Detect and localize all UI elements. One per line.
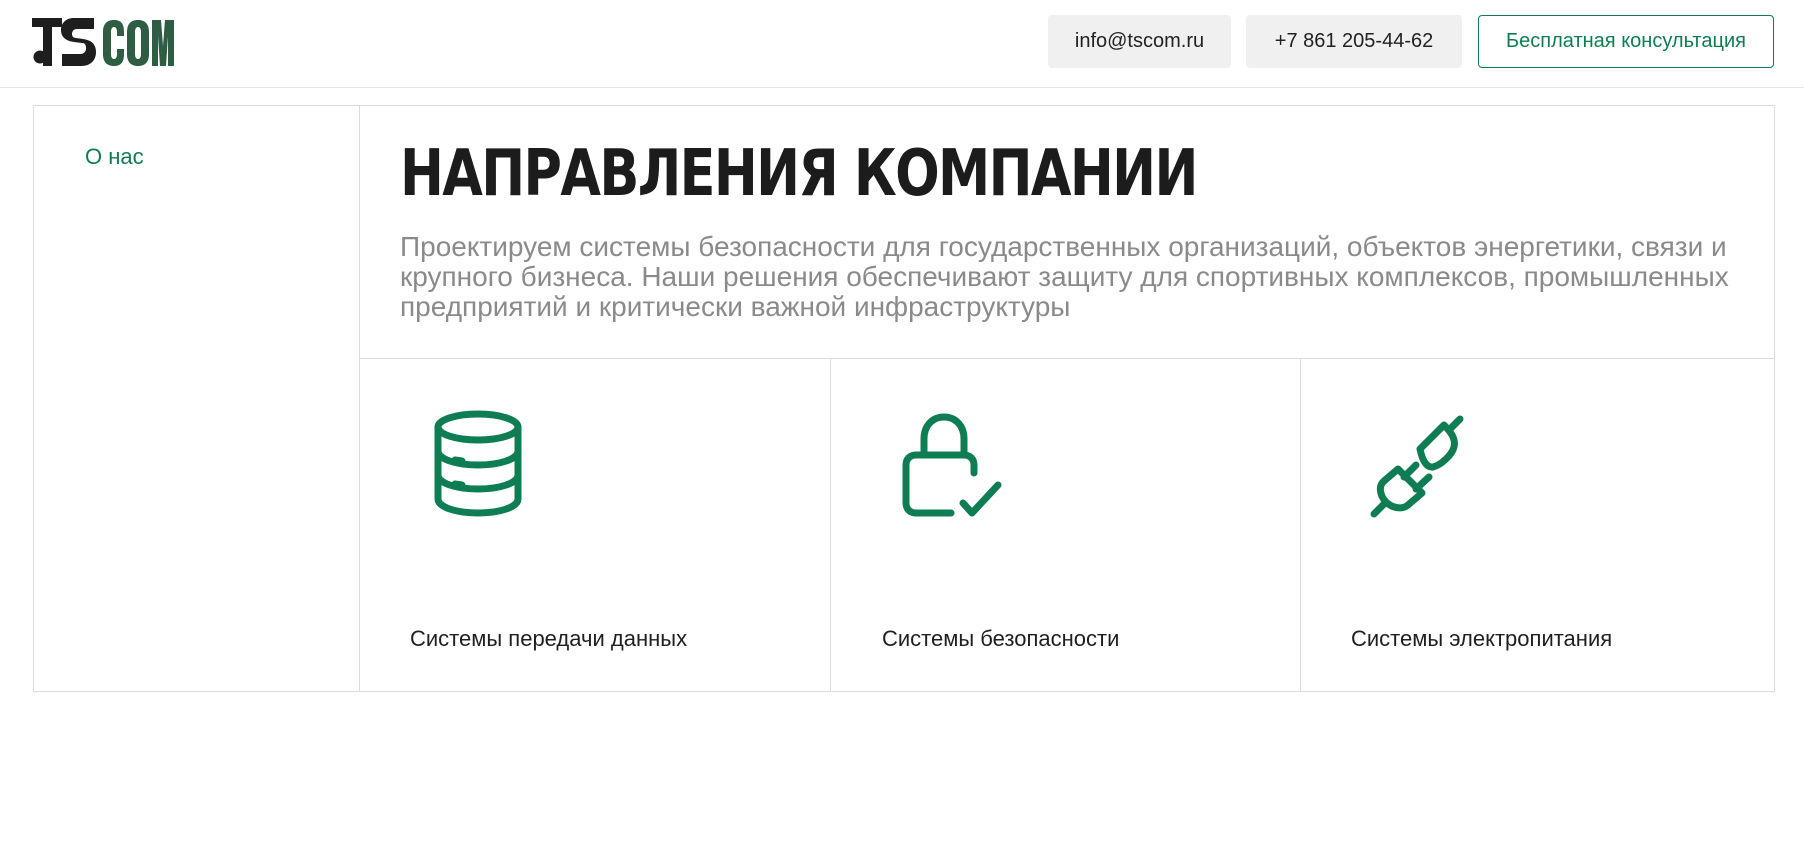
card-label: Системы передачи данных (410, 626, 688, 651)
free-consultation-button[interactable]: Бесплатная консультация (1478, 15, 1774, 68)
logo[interactable] (32, 16, 174, 68)
direction-card-security[interactable]: Системы безопасности (831, 359, 1301, 691)
tscom-logo-icon (32, 18, 174, 66)
email-button[interactable]: info@tscom.ru (1048, 15, 1231, 68)
page-title: НАПРАВЛЕНИЯ КОМПАНИИ (400, 137, 1198, 211)
direction-card-power[interactable]: Системы электропитания (1301, 359, 1774, 691)
card-label: Системы электропитания (1351, 626, 1613, 651)
main-content: НАПРАВЛЕНИЯ КОМПАНИИ Проектируем системы… (360, 106, 1774, 691)
plug-icon (1370, 415, 1464, 518)
direction-card-data-transmission[interactable]: Системы передачи данных (360, 359, 831, 691)
phone-button[interactable]: +7 861 205-44-62 (1246, 15, 1462, 68)
card-label: Системы безопасности (882, 626, 1120, 651)
directions-cards: Системы передачи данных Системы безопасн… (360, 359, 1774, 691)
sidebar: О нас (34, 106, 360, 691)
phone-label: +7 861 205-44-62 (1274, 30, 1434, 52)
site-header: info@tscom.ru +7 861 205-44-62 Бесплатна… (0, 0, 1804, 88)
database-icon (434, 410, 522, 517)
directions-section: О нас НАПРАВЛЕНИЯ КОМПАНИИ Проектируем с… (33, 105, 1775, 692)
lock-check-icon (902, 413, 1002, 517)
email-label: info@tscom.ru (1074, 30, 1205, 52)
page-description: Проектируем системы безопасности для гос… (400, 231, 1729, 322)
consultation-label: Бесплатная консультация (1506, 30, 1746, 52)
intro-block: НАПРАВЛЕНИЯ КОМПАНИИ Проектируем системы… (360, 106, 1774, 359)
sidebar-item-about[interactable]: О нас (85, 144, 144, 170)
